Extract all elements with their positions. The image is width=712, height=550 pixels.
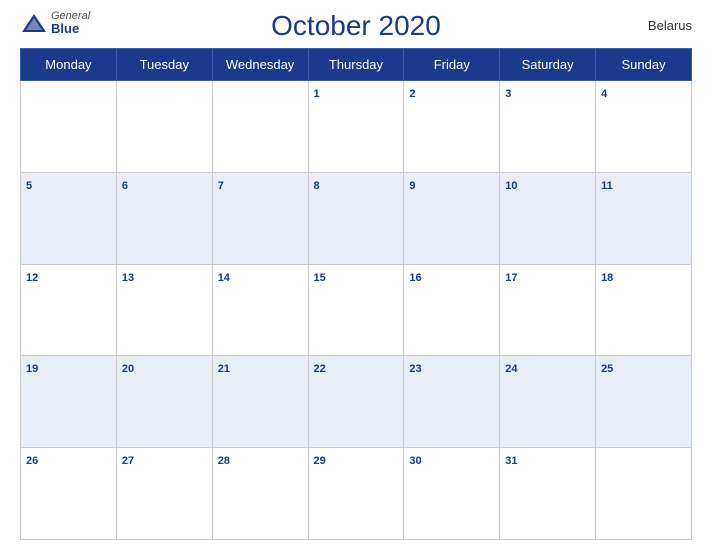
logo-icon [20, 12, 48, 34]
calendar-day-8: 8 [308, 172, 404, 264]
calendar-day-12: 12 [21, 264, 117, 356]
day-number: 5 [26, 180, 32, 192]
day-number: 6 [122, 180, 128, 192]
logo: General Blue [20, 10, 90, 36]
calendar-header: General Blue October 2020 Belarus [20, 10, 692, 42]
day-number: 24 [505, 363, 517, 375]
day-number: 30 [409, 455, 421, 467]
calendar-day-21: 21 [212, 356, 308, 448]
day-number: 14 [218, 272, 230, 284]
day-number: 18 [601, 272, 613, 284]
calendar-week-row: 19 20 21 22 23 24 25 [21, 356, 692, 448]
day-number: 8 [314, 180, 320, 192]
day-number: 26 [26, 455, 38, 467]
calendar-week-row: 1 2 3 4 [21, 81, 692, 173]
calendar-day-16: 16 [404, 264, 500, 356]
calendar-week-row: 12 13 14 15 16 17 18 [21, 264, 692, 356]
day-number: 4 [601, 88, 607, 100]
calendar-day-1: 1 [308, 81, 404, 173]
day-number: 3 [505, 88, 511, 100]
calendar-day-25: 25 [596, 356, 692, 448]
day-number: 15 [314, 272, 326, 284]
page-title: October 2020 [271, 10, 441, 42]
day-number: 13 [122, 272, 134, 284]
day-number: 1 [314, 88, 320, 100]
empty-day-cell [21, 81, 117, 173]
day-number: 25 [601, 363, 613, 375]
calendar-day-20: 20 [116, 356, 212, 448]
weekday-header-row: MondayTuesdayWednesdayThursdayFridaySatu… [21, 49, 692, 81]
calendar-day-14: 14 [212, 264, 308, 356]
calendar-day-13: 13 [116, 264, 212, 356]
calendar-day-28: 28 [212, 448, 308, 540]
calendar-day-23: 23 [404, 356, 500, 448]
calendar-day-11: 11 [596, 172, 692, 264]
day-number: 9 [409, 180, 415, 192]
logo-blue: Blue [51, 22, 90, 36]
day-number: 11 [601, 180, 613, 192]
empty-day-cell [212, 81, 308, 173]
empty-day-cell [116, 81, 212, 173]
weekday-header-sunday: Sunday [596, 49, 692, 81]
day-number: 10 [505, 180, 517, 192]
calendar-table: MondayTuesdayWednesdayThursdayFridaySatu… [20, 48, 692, 540]
calendar-day-27: 27 [116, 448, 212, 540]
calendar-day-26: 26 [21, 448, 117, 540]
day-number: 7 [218, 180, 224, 192]
weekday-header-saturday: Saturday [500, 49, 596, 81]
calendar-day-22: 22 [308, 356, 404, 448]
day-number: 29 [314, 455, 326, 467]
weekday-header-friday: Friday [404, 49, 500, 81]
weekday-header-wednesday: Wednesday [212, 49, 308, 81]
calendar-day-31: 31 [500, 448, 596, 540]
calendar-day-9: 9 [404, 172, 500, 264]
calendar-day-3: 3 [500, 81, 596, 173]
calendar-day-18: 18 [596, 264, 692, 356]
calendar-day-5: 5 [21, 172, 117, 264]
day-number: 27 [122, 455, 134, 467]
calendar-week-row: 26 27 28 29 30 31 [21, 448, 692, 540]
calendar-day-10: 10 [500, 172, 596, 264]
calendar-day-30: 30 [404, 448, 500, 540]
calendar-day-15: 15 [308, 264, 404, 356]
day-number: 31 [505, 455, 517, 467]
empty-day-cell [596, 448, 692, 540]
day-number: 28 [218, 455, 230, 467]
weekday-header-monday: Monday [21, 49, 117, 81]
weekday-header-tuesday: Tuesday [116, 49, 212, 81]
day-number: 20 [122, 363, 134, 375]
weekday-header-thursday: Thursday [308, 49, 404, 81]
day-number: 21 [218, 363, 230, 375]
calendar-day-4: 4 [596, 81, 692, 173]
day-number: 2 [409, 88, 415, 100]
calendar-day-6: 6 [116, 172, 212, 264]
day-number: 12 [26, 272, 38, 284]
day-number: 22 [314, 363, 326, 375]
calendar-day-24: 24 [500, 356, 596, 448]
day-number: 17 [505, 272, 517, 284]
calendar-day-19: 19 [21, 356, 117, 448]
calendar-day-7: 7 [212, 172, 308, 264]
day-number: 23 [409, 363, 421, 375]
calendar-day-2: 2 [404, 81, 500, 173]
calendar-day-29: 29 [308, 448, 404, 540]
country-label: Belarus [648, 18, 692, 33]
day-number: 19 [26, 363, 38, 375]
day-number: 16 [409, 272, 421, 284]
calendar-week-row: 5 6 7 8 9 10 11 [21, 172, 692, 264]
calendar-day-17: 17 [500, 264, 596, 356]
